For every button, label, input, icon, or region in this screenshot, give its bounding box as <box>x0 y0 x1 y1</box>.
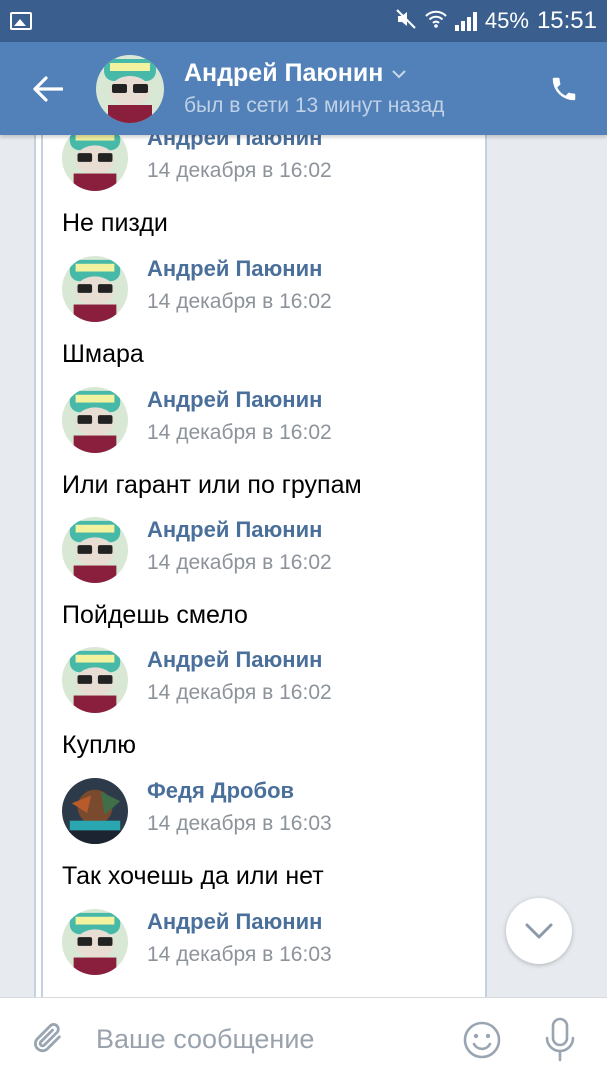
contact-name: Андрей Паюнин <box>184 59 384 87</box>
message-author[interactable]: Андрей Паюнин <box>147 517 332 543</box>
message-item[interactable]: Андрей Паюнин 14 декабря в 16:02 Или гар… <box>62 387 482 499</box>
emoji-button[interactable] <box>462 1020 502 1060</box>
message-item[interactable]: Андрей Паюнин 14 декабря в 16:02 Шмара <box>62 256 482 368</box>
message-author[interactable]: Андрей Паюнин <box>147 135 332 151</box>
message-time: 14 декабря в 16:02 <box>147 551 332 574</box>
message-author[interactable]: Федя Дробов <box>147 778 332 804</box>
message-item[interactable]: Андрей Паюнин 14 декабря в 16:03 <box>62 909 482 975</box>
compose-bar <box>0 997 607 1080</box>
message-time: 14 декабря в 16:02 <box>147 290 332 313</box>
message-time: 14 декабря в 16:02 <box>147 681 332 704</box>
message-item[interactable]: Андрей Паюнин 14 декабря в 16:02 Пойдешь… <box>62 517 482 629</box>
message-author[interactable]: Андрей Паюнин <box>147 909 332 935</box>
message-time: 14 декабря в 16:02 <box>147 421 332 444</box>
forward-rail <box>41 135 43 997</box>
message-feed[interactable]: Андрей Паюнин 14 декабря в 16:02 Не пизд… <box>34 135 487 997</box>
voice-message-button[interactable] <box>540 1016 580 1064</box>
status-bar: 45% 15:51 <box>0 0 607 42</box>
avatar[interactable] <box>62 256 128 322</box>
call-button[interactable] <box>541 66 587 112</box>
message-item[interactable]: Андрей Паюнин 14 декабря в 16:02 Не пизд… <box>62 135 482 237</box>
message-text: Так хочешь да или нет <box>62 862 324 890</box>
contact-info[interactable]: Андрей Паюнин был в сети 13 минут назад <box>184 59 444 118</box>
avatar[interactable] <box>62 909 128 975</box>
paperclip-icon <box>34 1023 61 1053</box>
message-author[interactable]: Андрей Паюнин <box>147 647 332 673</box>
microphone-icon <box>545 1017 575 1062</box>
message-input[interactable] <box>96 1023 436 1055</box>
wifi-icon <box>425 9 447 33</box>
chevron-down-icon <box>391 63 407 84</box>
arrow-left-icon <box>33 75 63 102</box>
smiley-icon <box>463 1021 501 1059</box>
message-time: 14 декабря в 16:03 <box>147 943 332 966</box>
status-indicators: 45% 15:51 <box>395 7 597 35</box>
avatar[interactable] <box>62 778 128 844</box>
message-text: Или гарант или по групам <box>62 471 362 499</box>
message-item[interactable]: Андрей Паюнин 14 декабря в 16:02 Куплю <box>62 647 482 759</box>
phone-icon <box>552 77 576 101</box>
message-author[interactable]: Андрей Паюнин <box>147 256 332 282</box>
message-item[interactable]: Федя Дробов 14 декабря в 16:03 Так хочеш… <box>62 778 482 890</box>
signal-icon <box>454 11 477 31</box>
clock: 15:51 <box>536 7 597 34</box>
battery-level: 45% <box>484 8 529 33</box>
back-button[interactable] <box>0 42 96 135</box>
message-text: Шмара <box>62 340 144 368</box>
chat-header: Андрей Паюнин был в сети 13 минут назад <box>0 42 607 135</box>
chevron-down-icon <box>525 923 553 939</box>
scroll-to-bottom-button[interactable] <box>506 898 572 964</box>
last-seen-status: был в сети 13 минут назад <box>184 94 445 117</box>
message-time: 14 декабря в 16:02 <box>147 159 332 182</box>
avatar[interactable] <box>62 135 128 191</box>
avatar[interactable] <box>62 647 128 713</box>
message-author[interactable]: Андрей Паюнин <box>147 387 332 413</box>
forward-rail-right <box>485 135 487 997</box>
message-text: Не пизди <box>62 209 168 237</box>
contact-avatar[interactable] <box>96 54 164 123</box>
message-text: Куплю <box>62 731 136 759</box>
attach-button[interactable] <box>0 998 96 1080</box>
gallery-notification-icon <box>10 12 32 30</box>
mute-icon <box>395 8 417 34</box>
message-text: Пойдешь смело <box>62 601 248 629</box>
avatar[interactable] <box>62 517 128 583</box>
forward-rail <box>34 135 36 997</box>
avatar[interactable] <box>62 387 128 453</box>
message-time: 14 декабря в 16:03 <box>147 812 332 835</box>
